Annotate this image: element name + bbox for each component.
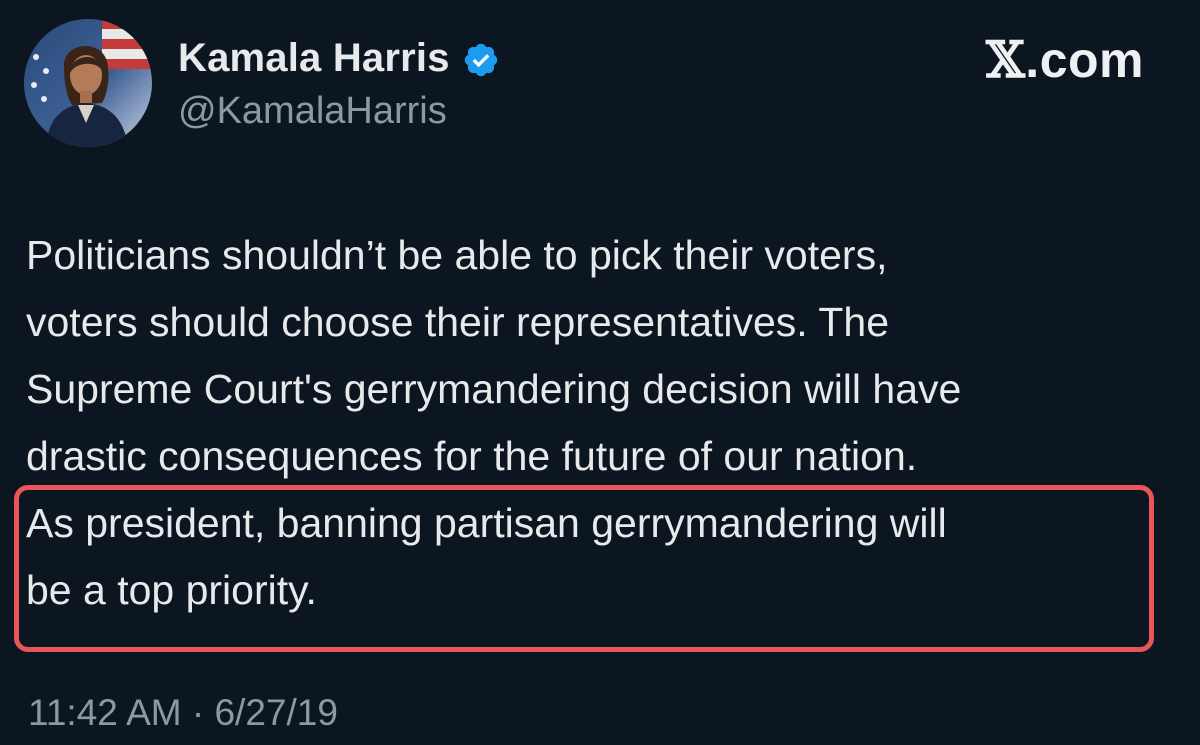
verified-badge-icon (462, 41, 500, 79)
tweet-card: Kamala Harris @KamalaHarris 𝕏.com Politi… (0, 0, 1200, 745)
avatar[interactable] (24, 19, 152, 147)
x-logo-icon: 𝕏 (986, 30, 1026, 89)
author-handle[interactable]: @KamalaHarris (178, 90, 447, 133)
author-display-name[interactable]: Kamala Harris (178, 36, 450, 81)
highlight-annotation-box (14, 485, 1154, 652)
tweet-timestamp[interactable]: 11:42 AM · 6/27/19 (28, 692, 338, 734)
profile-photo-icon (24, 19, 152, 147)
x-com-brand: 𝕏.com (986, 30, 1144, 89)
tweet-text-main: Politicians shouldn’t be able to pick th… (26, 232, 962, 479)
author-name-row: Kamala Harris (178, 36, 500, 81)
brand-domain: .com (1025, 32, 1144, 88)
